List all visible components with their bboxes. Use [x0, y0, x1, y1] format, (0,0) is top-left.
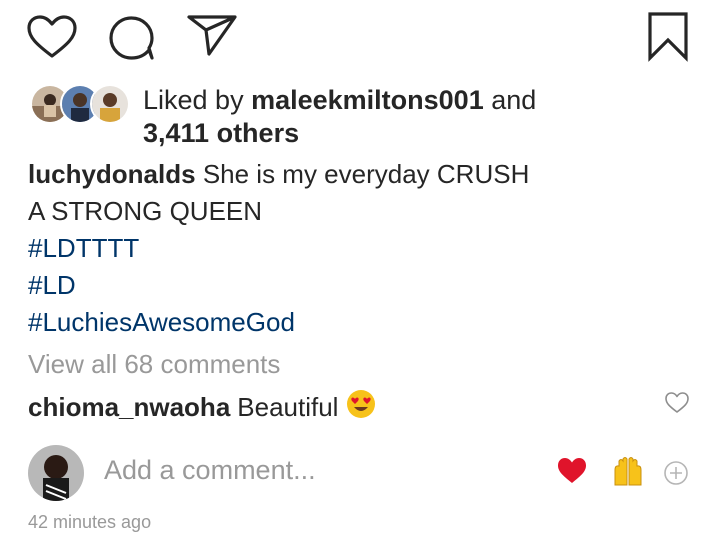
- likes-summary[interactable]: Liked by maleekmiltons001 and 3,411 othe…: [143, 84, 703, 150]
- like-heart-icon[interactable]: [26, 14, 78, 60]
- caption-line-2: A STRONG QUEEN: [28, 196, 263, 226]
- comment-bubble-icon[interactable]: [107, 14, 157, 62]
- post-caption: luchydonalds She is my everyday CRUSH A …: [28, 156, 708, 341]
- liked-by-prefix: Liked by: [143, 85, 244, 115]
- liked-by-first-user[interactable]: maleekmiltons001: [251, 85, 484, 115]
- add-comment-input[interactable]: Add a comment...: [104, 455, 316, 486]
- comment-text: Beautiful: [237, 392, 339, 422]
- comment-like-heart-icon[interactable]: [664, 391, 690, 415]
- comment-username[interactable]: chioma_nwaoha: [28, 392, 230, 423]
- share-plane-icon[interactable]: [186, 12, 238, 58]
- liked-by-conjunction: and: [491, 85, 537, 115]
- view-all-comments-link[interactable]: View all 68 comments: [28, 349, 280, 380]
- bookmark-save-icon[interactable]: [644, 10, 692, 62]
- hashtag-ldtttt[interactable]: #LDTTTT: [28, 230, 708, 267]
- red-heart-emoji-icon[interactable]: [556, 456, 588, 486]
- comment-row: chioma_nwaoha Beautiful: [28, 389, 376, 426]
- current-user-avatar: [28, 445, 84, 501]
- caption-username[interactable]: luchydonalds: [28, 159, 196, 189]
- raised-hands-emoji-icon[interactable]: [611, 455, 645, 487]
- caption-line-1: She is my everyday CRUSH: [202, 159, 530, 189]
- hashtag-luchiesawesomegod[interactable]: #LuchiesAwesomeGod: [28, 304, 708, 341]
- post-timestamp: 42 minutes ago: [28, 512, 152, 532]
- liked-by-others[interactable]: 3,411 others: [143, 118, 299, 148]
- liked-by-avatars[interactable]: [30, 84, 130, 124]
- add-plus-circle-icon[interactable]: [663, 460, 689, 486]
- liker-avatar-3: [90, 84, 130, 124]
- hashtag-ld[interactable]: #LD: [28, 267, 708, 304]
- heart-eyes-emoji-icon: [346, 389, 376, 426]
